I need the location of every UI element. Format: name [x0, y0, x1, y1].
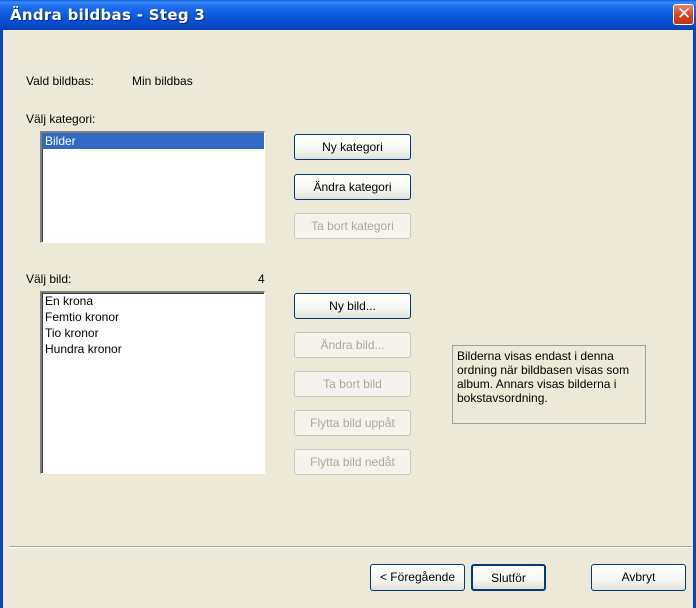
finish-button[interactable]: Slutför: [471, 564, 546, 591]
edit-image-button[interactable]: Ändra bild...: [294, 332, 411, 358]
new-category-button[interactable]: Ny kategori: [294, 134, 411, 160]
new-image-button[interactable]: Ny bild...: [294, 293, 411, 319]
category-listbox[interactable]: Bilder: [40, 131, 265, 243]
window-frame-left: [0, 30, 3, 608]
selected-db-label: Vald bildbas:: [26, 74, 94, 88]
close-button[interactable]: ✕: [673, 4, 694, 25]
title-bar[interactable]: Ändra bildbas - Steg 3 ✕: [0, 0, 696, 30]
wizard-dialog: Ändra bildbas - Steg 3 ✕ Vald bildbas: M…: [0, 0, 696, 608]
image-list-item[interactable]: Femtio kronor: [42, 309, 264, 325]
delete-image-button[interactable]: Ta bort bild: [294, 371, 411, 397]
previous-button[interactable]: < Föregående: [370, 564, 465, 591]
footer-divider: [9, 546, 692, 548]
cancel-button[interactable]: Avbryt: [591, 564, 686, 591]
delete-category-button[interactable]: Ta bort kategori: [294, 213, 411, 239]
edit-category-button[interactable]: Ändra kategori: [294, 174, 411, 200]
category-list-item[interactable]: Bilder: [42, 133, 264, 149]
image-list-item[interactable]: Tio kronor: [42, 325, 264, 341]
ordering-info-text: Bilderna visas endast i denna ordning nä…: [452, 345, 646, 424]
image-count: 4: [258, 272, 265, 286]
move-image-up-button[interactable]: Flytta bild uppåt: [294, 410, 411, 436]
window-title: Ändra bildbas - Steg 3: [10, 6, 206, 24]
close-icon: ✕: [677, 4, 692, 24]
selected-db-value: Min bildbas: [132, 74, 193, 88]
image-list-item[interactable]: Hundra kronor: [42, 341, 264, 357]
category-label: Välj kategori:: [26, 112, 96, 126]
move-image-down-button[interactable]: Flytta bild nedåt: [294, 449, 411, 475]
image-label: Välj bild:: [26, 272, 72, 286]
image-list-item[interactable]: En krona: [42, 293, 264, 309]
image-listbox[interactable]: En krona Femtio kronor Tio kronor Hundra…: [40, 291, 265, 474]
